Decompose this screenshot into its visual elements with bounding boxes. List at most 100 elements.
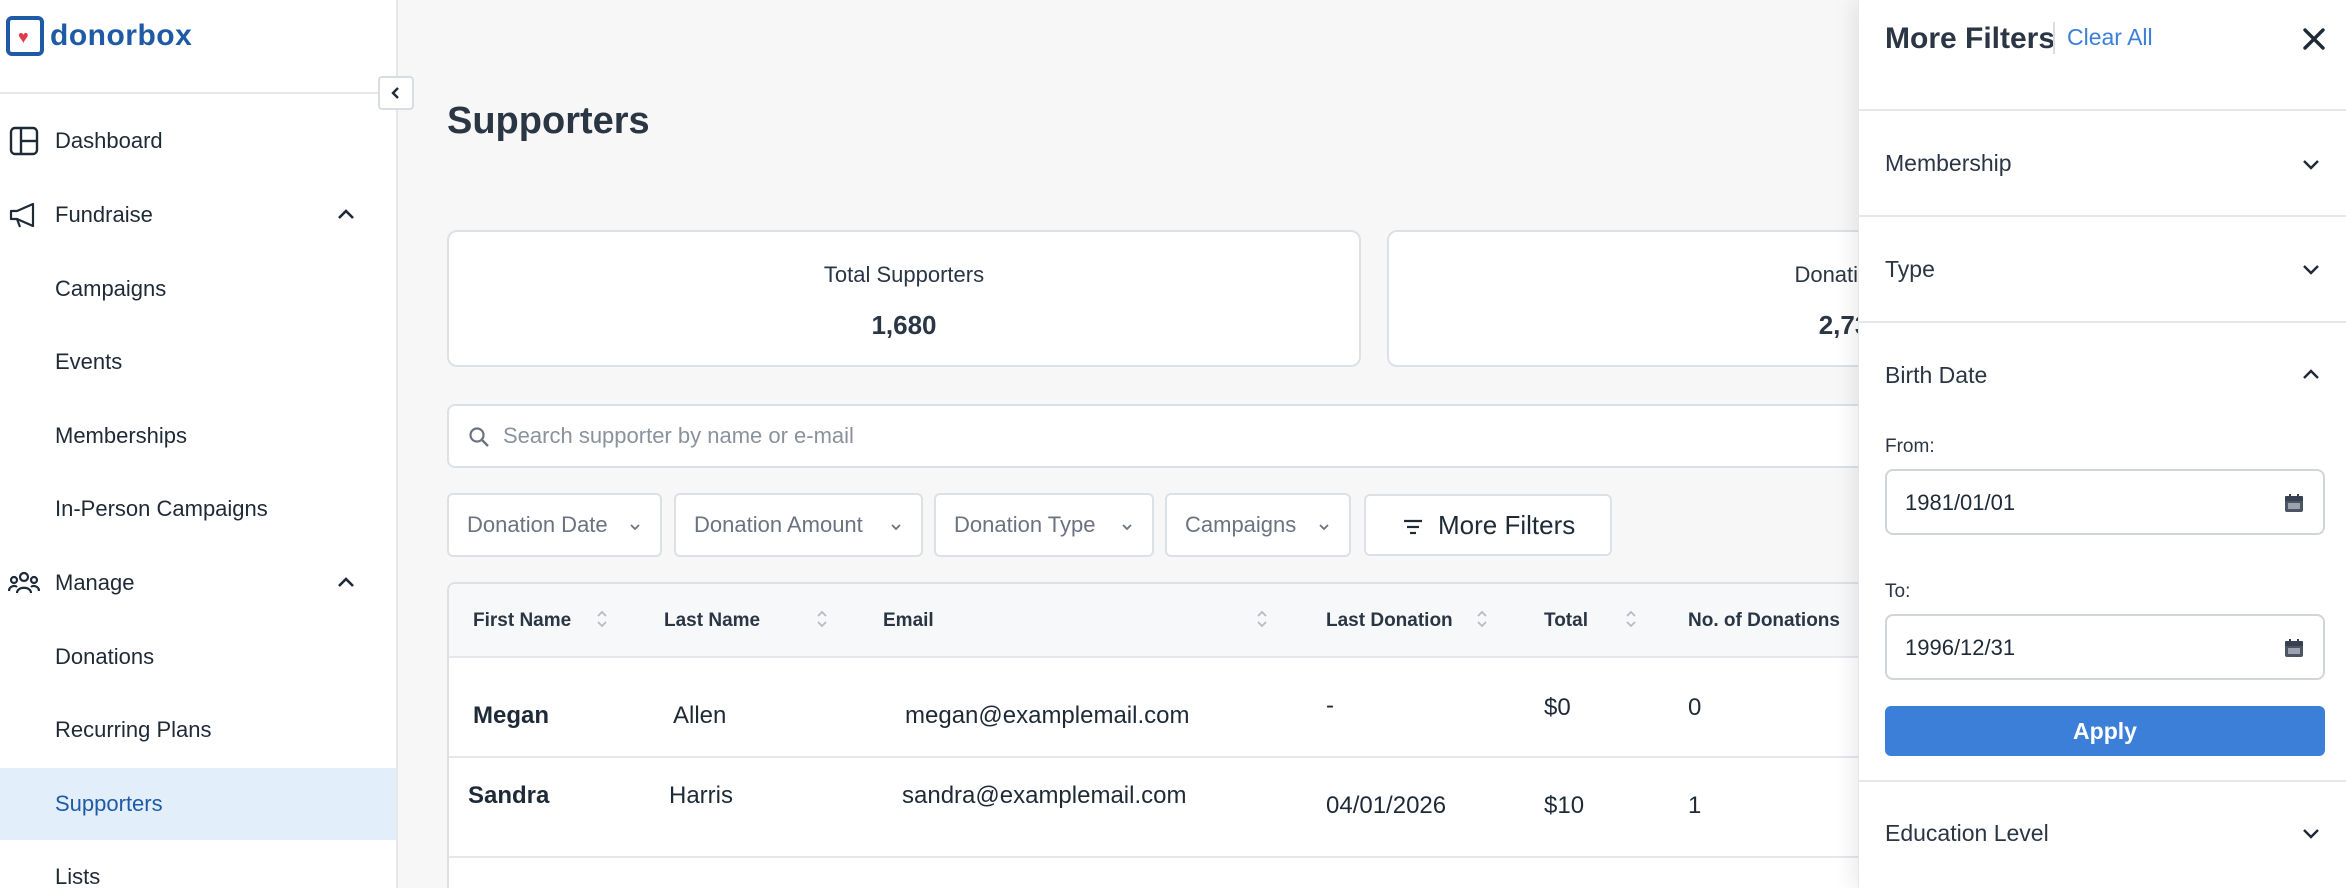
divider xyxy=(0,92,398,94)
sidebar-item-recurring-plans[interactable]: Recurring Plans xyxy=(0,694,396,766)
sidebar-item-label: Fundraise xyxy=(55,202,153,227)
dashboard-icon xyxy=(9,126,39,156)
section-type[interactable]: Type xyxy=(1885,256,1935,283)
cell-last-donation: 04/01/2026 xyxy=(1326,792,1447,819)
sidebar-item-label: Dashboard xyxy=(55,128,163,153)
sidebar-item-label: Supporters xyxy=(55,791,163,816)
cell-first-name: Sandra xyxy=(468,782,550,809)
page-title: Supporters xyxy=(447,100,650,142)
section-education-level[interactable]: Education Level xyxy=(1885,820,2049,847)
search-box xyxy=(447,404,1867,468)
clear-all-link[interactable]: Clear All xyxy=(2067,24,2153,51)
birth-date-to-field xyxy=(1885,614,2325,680)
filter-label: Campaigns xyxy=(1185,512,1297,537)
cell-last-name: Harris xyxy=(669,782,733,809)
filter-donation-amount[interactable]: Donation Amount xyxy=(674,493,923,557)
chevron-down-icon[interactable] xyxy=(2297,256,2325,284)
from-label: From: xyxy=(1885,436,1935,457)
sidebar-item-events[interactable]: Events xyxy=(0,326,396,398)
chevron-up-icon[interactable] xyxy=(334,571,358,595)
sidebar-item-label: Manage xyxy=(55,570,135,595)
chevron-up-icon[interactable] xyxy=(334,203,358,227)
stat-card-total-supporters: Total Supporters 1,680 xyxy=(447,230,1361,367)
cell-email[interactable]: megan@examplemail.com xyxy=(905,702,1189,730)
filter-label: Donation Date xyxy=(467,512,608,537)
cell-last-name: Allen xyxy=(673,702,727,729)
sidebar-item-label: In-Person Campaigns xyxy=(55,496,268,521)
collapse-sidebar-button[interactable] xyxy=(378,76,414,110)
more-filters-button[interactable]: More Filters xyxy=(1364,494,1612,556)
megaphone-icon xyxy=(9,202,35,228)
sidebar-item-dashboard[interactable]: Dashboard xyxy=(0,105,396,177)
sort-icon[interactable] xyxy=(595,608,609,630)
sidebar-item-label: Memberships xyxy=(55,423,188,448)
chevron-left-icon xyxy=(391,87,399,99)
column-header-no-of-donations[interactable]: No. of Donations xyxy=(1688,610,1840,632)
sidebar-item-memberships[interactable]: Memberships xyxy=(0,400,396,472)
sidebar-item-donations[interactable]: Donations xyxy=(0,621,396,693)
table-row[interactable]: Sandra Harris sandra@examplemail.com 04/… xyxy=(449,758,1865,858)
table-row[interactable]: Megan Allen megan@examplemail.com - $0 0 xyxy=(449,658,1865,758)
chevron-up-icon[interactable] xyxy=(2297,360,2325,388)
people-icon xyxy=(8,571,40,594)
sidebar-item-fundraise[interactable]: Fundraise xyxy=(0,179,396,251)
calendar-icon[interactable] xyxy=(2283,492,2305,514)
birth-date-from-field xyxy=(1885,469,2325,535)
sidebar-item-label: Recurring Plans xyxy=(55,717,212,742)
divider xyxy=(1859,109,2346,111)
divider xyxy=(1859,780,2346,782)
section-birth-date[interactable]: Birth Date xyxy=(1885,362,1987,389)
more-filters-panel: More Filters Clear All Membership Type B… xyxy=(1858,0,2346,888)
birth-date-from-input[interactable] xyxy=(1905,485,2245,521)
sidebar: ♥ donorbox Dashboard Fundraise Campaigns… xyxy=(0,0,398,888)
brand-name: donorbox xyxy=(50,19,193,52)
calendar-icon[interactable] xyxy=(2283,637,2305,659)
sidebar-item-supporters[interactable]: Supporters xyxy=(0,768,396,840)
close-icon[interactable] xyxy=(2297,22,2331,56)
sidebar-item-in-person-campaigns[interactable]: In-Person Campaigns xyxy=(0,473,396,545)
sort-icon[interactable] xyxy=(1624,608,1638,630)
sort-icon[interactable] xyxy=(815,608,829,630)
cell-count: 0 xyxy=(1688,694,1702,721)
sidebar-item-label: Donations xyxy=(55,644,155,669)
chevron-down-icon xyxy=(891,524,901,531)
sidebar-item-manage[interactable]: Manage xyxy=(0,547,396,619)
filter-donation-type[interactable]: Donation Type xyxy=(934,493,1154,557)
filter-campaigns[interactable]: Campaigns xyxy=(1165,493,1351,557)
panel-title: More Filters xyxy=(1885,22,2056,55)
sidebar-item-campaigns[interactable]: Campaigns xyxy=(0,253,396,325)
sidebar-item-label: Campaigns xyxy=(55,276,167,301)
cell-total: $0 xyxy=(1544,694,1571,721)
cell-last-donation: - xyxy=(1326,692,1334,719)
table-header: First Name Last Name Email Last Donation… xyxy=(449,584,1865,658)
divider xyxy=(2053,22,2055,54)
birth-date-to-input[interactable] xyxy=(1905,630,2245,666)
sidebar-item-lists[interactable]: Lists xyxy=(0,841,396,888)
column-header-last-name[interactable]: Last Name xyxy=(664,610,760,632)
sort-icon[interactable] xyxy=(1255,608,1269,630)
cell-email[interactable]: sandra@examplemail.com xyxy=(902,782,1186,810)
chevron-down-icon[interactable] xyxy=(2297,820,2325,848)
section-membership[interactable]: Membership xyxy=(1885,150,2012,177)
stat-label: Total Supporters xyxy=(823,262,985,287)
stat-value: 1,680 xyxy=(871,310,937,340)
column-header-total[interactable]: Total xyxy=(1544,610,1588,632)
donorbox-logo-icon: ♥ xyxy=(6,16,44,56)
column-header-first-name[interactable]: First Name xyxy=(473,610,571,632)
search-icon xyxy=(469,427,489,447)
cell-first-name: Megan xyxy=(473,702,550,729)
sort-icon[interactable] xyxy=(1475,608,1489,630)
filter-donation-date[interactable]: Donation Date xyxy=(447,493,662,557)
logo[interactable]: ♥ donorbox xyxy=(6,16,192,56)
column-header-last-donation[interactable]: Last Donation xyxy=(1326,610,1453,632)
search-input[interactable] xyxy=(503,416,1503,456)
divider xyxy=(1859,321,2346,323)
cell-count: 1 xyxy=(1688,792,1702,819)
filter-label: Donation Amount xyxy=(694,512,863,537)
to-label: To: xyxy=(1885,581,1911,602)
column-header-email[interactable]: Email xyxy=(883,610,934,632)
more-filters-label: More Filters xyxy=(1438,509,1576,540)
divider xyxy=(1859,215,2346,217)
apply-button[interactable]: Apply xyxy=(1885,706,2325,756)
chevron-down-icon[interactable] xyxy=(2297,151,2325,179)
